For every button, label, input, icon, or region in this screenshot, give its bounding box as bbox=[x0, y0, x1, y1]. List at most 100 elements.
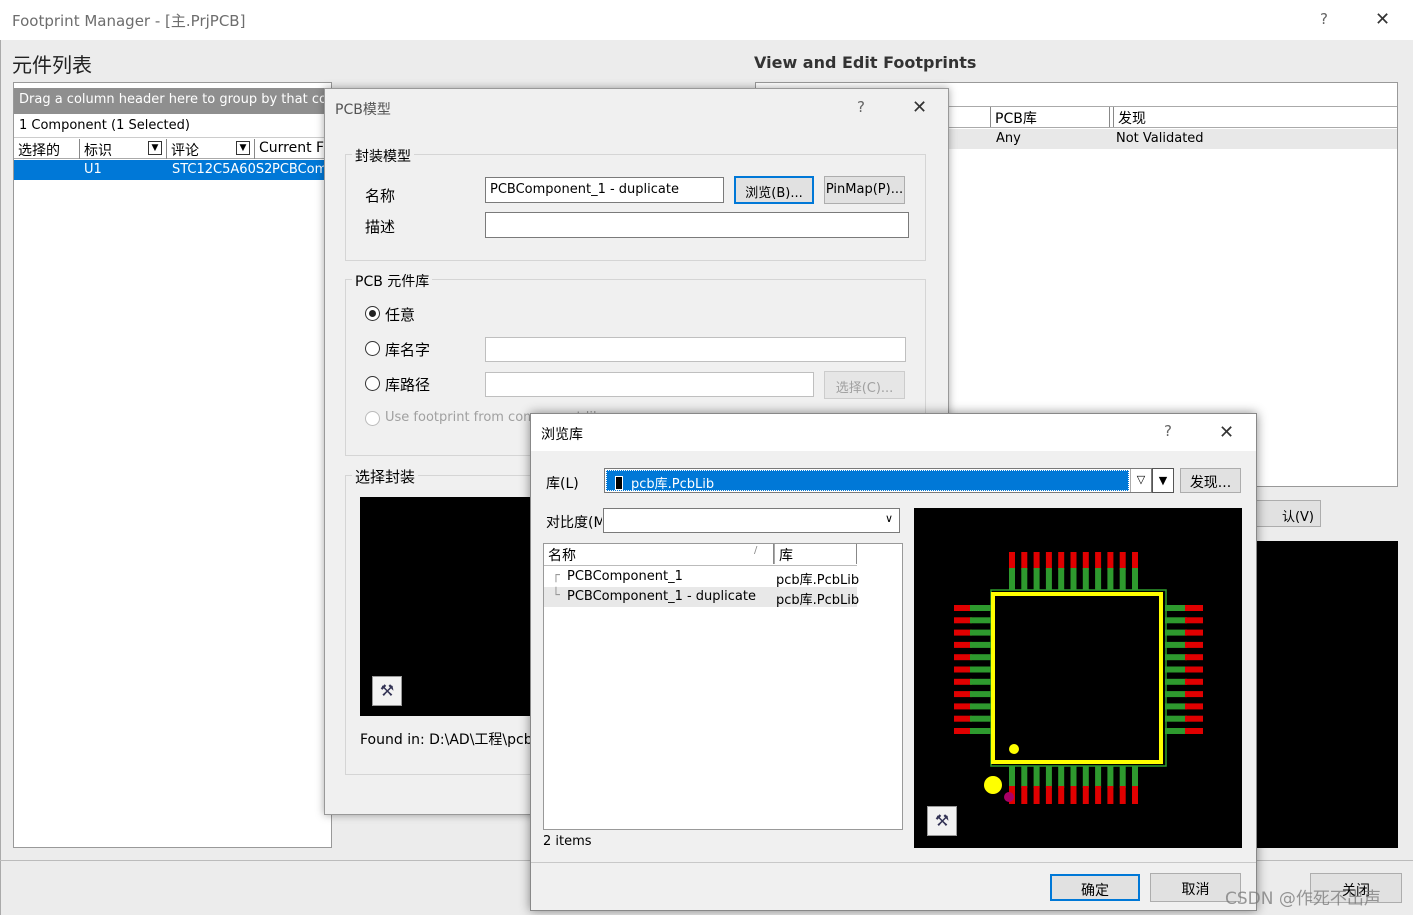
find-button[interactable]: 发现... bbox=[1180, 468, 1241, 493]
ok-button[interactable]: 确定 bbox=[1050, 874, 1140, 901]
library-menu-icon[interactable]: ▼ bbox=[1152, 468, 1174, 493]
pad bbox=[1045, 552, 1052, 570]
filter-dropdown-icon[interactable]: ▼ bbox=[148, 141, 162, 155]
pad bbox=[1119, 786, 1126, 804]
help-icon[interactable]: ? bbox=[1164, 422, 1172, 440]
pad bbox=[1082, 786, 1089, 804]
pad-trace bbox=[1119, 766, 1126, 788]
lib-path-field[interactable] bbox=[485, 372, 814, 397]
pad bbox=[954, 617, 972, 624]
pad bbox=[954, 641, 972, 648]
column-header-current-footprint[interactable]: Current Footprint bbox=[255, 139, 332, 159]
name-header-label: 名称 bbox=[548, 548, 576, 564]
library-value-text: pcb库.PcbLib bbox=[631, 477, 715, 492]
validate-button[interactable]: 认(V) bbox=[1246, 500, 1321, 527]
divider bbox=[531, 862, 1256, 863]
footprint-preview bbox=[914, 508, 1242, 848]
pad bbox=[1107, 786, 1114, 804]
pad-trace bbox=[1095, 766, 1102, 788]
item-count: 2 items bbox=[543, 834, 592, 849]
origin-marker bbox=[1004, 792, 1014, 802]
pcb-model-title: PCB模型 bbox=[335, 102, 391, 118]
pad bbox=[1185, 691, 1203, 698]
pad bbox=[1119, 552, 1126, 570]
pad-trace bbox=[970, 678, 992, 685]
help-icon[interactable]: ? bbox=[1320, 10, 1328, 28]
footprint-name: PCBComponent_1 bbox=[567, 569, 683, 584]
pad bbox=[1185, 654, 1203, 661]
column-header-selected[interactable]: 选择的 bbox=[14, 139, 80, 159]
radio-any[interactable] bbox=[365, 306, 380, 321]
pad bbox=[1107, 552, 1114, 570]
body-courtyard bbox=[990, 589, 1167, 767]
name-field[interactable]: PCBComponent_1 - duplicate bbox=[485, 177, 724, 203]
help-icon[interactable]: ? bbox=[857, 98, 865, 116]
pad-trace bbox=[970, 715, 992, 722]
select-button[interactable]: 选择(C)... bbox=[824, 371, 905, 399]
pad-trace bbox=[1165, 703, 1187, 710]
select-footprint-label: 选择封装 bbox=[352, 466, 419, 487]
tree-line: ┌ bbox=[552, 568, 560, 583]
column-header-found[interactable]: 发现 bbox=[1113, 107, 1233, 127]
table-row[interactable]: U1 STC12C5A60S2 PCBComponent_1 bbox=[14, 160, 388, 180]
component-count: 1 Component (1 Selected) bbox=[14, 116, 332, 138]
pad-trace bbox=[1009, 568, 1015, 590]
library-label: 库(L) bbox=[546, 476, 579, 492]
pad bbox=[954, 666, 972, 673]
pad-trace bbox=[1119, 568, 1126, 590]
footprint-model-group bbox=[345, 154, 926, 261]
pad bbox=[1070, 552, 1077, 570]
pad bbox=[1021, 786, 1028, 804]
filter-dropdown-icon[interactable]: ▼ bbox=[236, 141, 250, 155]
description-label: 描述 bbox=[365, 218, 396, 236]
browse-button[interactable]: 浏览(B)... bbox=[734, 176, 814, 204]
mask-label: 对比度(M) bbox=[546, 515, 602, 531]
pad bbox=[1185, 678, 1203, 685]
pad-trace bbox=[1082, 568, 1089, 590]
pad bbox=[1185, 728, 1203, 734]
pad bbox=[1185, 629, 1203, 636]
pcb-lib-cell: Any bbox=[996, 131, 1021, 146]
pad bbox=[1058, 552, 1065, 570]
pad bbox=[954, 728, 972, 734]
footprint-library: pcb库.PcbLib bbox=[776, 593, 860, 608]
browse-library-titlebar bbox=[531, 414, 1256, 451]
footprint-library: pcb库.PcbLib bbox=[776, 573, 860, 588]
column-header-library[interactable]: 库 bbox=[774, 544, 857, 564]
chevron-down-icon: ∨ bbox=[884, 512, 893, 525]
group-by-bar[interactable]: Drag a column header here to group by th… bbox=[14, 88, 332, 114]
pad-trace bbox=[1070, 766, 1077, 788]
pad-trace bbox=[970, 617, 992, 624]
component-table-header: 选择的 标识 ▼ 评论 ▼ Current Footprint bbox=[14, 139, 332, 159]
chevron-down-icon[interactable]: ▽ bbox=[1130, 469, 1151, 492]
tools-icon[interactable]: ⚒ bbox=[372, 676, 402, 706]
list-item[interactable]: └ PCBComponent_1 - duplicate pcb库.PcbLib bbox=[544, 587, 860, 608]
column-header-name[interactable]: 名称 / bbox=[544, 544, 774, 564]
mask-select[interactable]: ∨ bbox=[603, 508, 900, 533]
column-header-pcb-lib[interactable]: PCB库 bbox=[990, 107, 1110, 127]
pad-trace bbox=[970, 666, 992, 673]
library-file-icon bbox=[615, 476, 623, 490]
tools-icon[interactable]: ⚒ bbox=[927, 806, 957, 836]
pinmap-button[interactable]: PinMap(P)... bbox=[824, 176, 905, 204]
pad bbox=[1185, 605, 1203, 611]
radio-lib-path[interactable] bbox=[365, 376, 380, 391]
pad bbox=[1132, 552, 1138, 570]
close-icon[interactable]: ✕ bbox=[912, 97, 927, 118]
close-icon[interactable]: ✕ bbox=[1375, 9, 1390, 30]
radio-use-footprint[interactable] bbox=[365, 411, 380, 426]
lib-name-field[interactable] bbox=[485, 337, 906, 362]
pad-trace bbox=[1082, 766, 1089, 788]
pad-trace bbox=[1070, 568, 1077, 590]
pad-trace bbox=[1165, 641, 1187, 648]
pad-trace bbox=[1021, 766, 1028, 788]
pad-trace bbox=[1132, 568, 1138, 590]
description-field[interactable] bbox=[485, 212, 909, 238]
pad-trace bbox=[970, 654, 992, 661]
pad bbox=[1185, 715, 1203, 722]
radio-lib-name[interactable] bbox=[365, 341, 380, 356]
list-item[interactable]: ┌ PCBComponent_1 pcb库.PcbLib bbox=[544, 567, 860, 588]
close-icon[interactable]: ✕ bbox=[1219, 422, 1234, 443]
view-edit-footprints-title: View and Edit Footprints bbox=[754, 53, 977, 72]
radio-lib-name-label: 库名字 bbox=[385, 341, 431, 359]
